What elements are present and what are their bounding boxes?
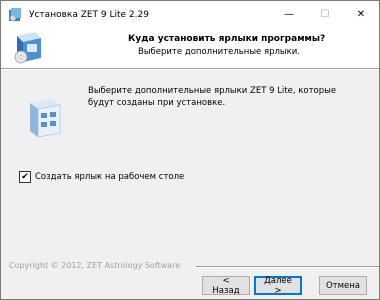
close-button[interactable]: ✕	[343, 1, 379, 28]
installer-app-icon	[7, 7, 23, 23]
wizard-header: Куда установить ярлыки программы? Выбери…	[1, 28, 379, 68]
footer-divider	[196, 266, 379, 268]
window-controls: — ☐ ✕	[271, 1, 379, 28]
window-title: Установка ZET 9 Lite 2.29	[29, 9, 149, 20]
copyright-text: Copyright © 2012, ZET Astrology Software	[9, 261, 181, 270]
next-button[interactable]: Далее >	[254, 276, 302, 296]
page-title: Куда установить ярлыки программы?	[128, 34, 326, 44]
title-bar[interactable]: Установка ZET 9 Lite 2.29 — ☐ ✕	[1, 1, 379, 28]
maximize-button[interactable]: ☐	[307, 1, 343, 28]
minimize-button[interactable]: —	[271, 1, 307, 28]
installer-box-logo	[11, 30, 47, 69]
header-divider	[1, 68, 379, 70]
shortcuts-folder-icon	[26, 97, 66, 142]
cancel-button[interactable]: Отмена	[319, 276, 367, 295]
description-text: Выберите дополнительные ярлыки ZET 9 Lit…	[88, 86, 337, 108]
desktop-shortcut-option[interactable]: ✔ Создать ярлык на рабочем столе	[19, 171, 184, 183]
page-subtitle: Выберите дополнительные ярлыки.	[138, 47, 301, 57]
installer-window: Установка ZET 9 Lite 2.29 — ☐ ✕ Куда уст…	[0, 0, 380, 300]
desktop-shortcut-label[interactable]: Создать ярлык на рабочем столе	[35, 172, 184, 182]
desktop-shortcut-checkbox[interactable]: ✔	[19, 171, 31, 183]
back-button[interactable]: < Назад	[202, 276, 250, 296]
